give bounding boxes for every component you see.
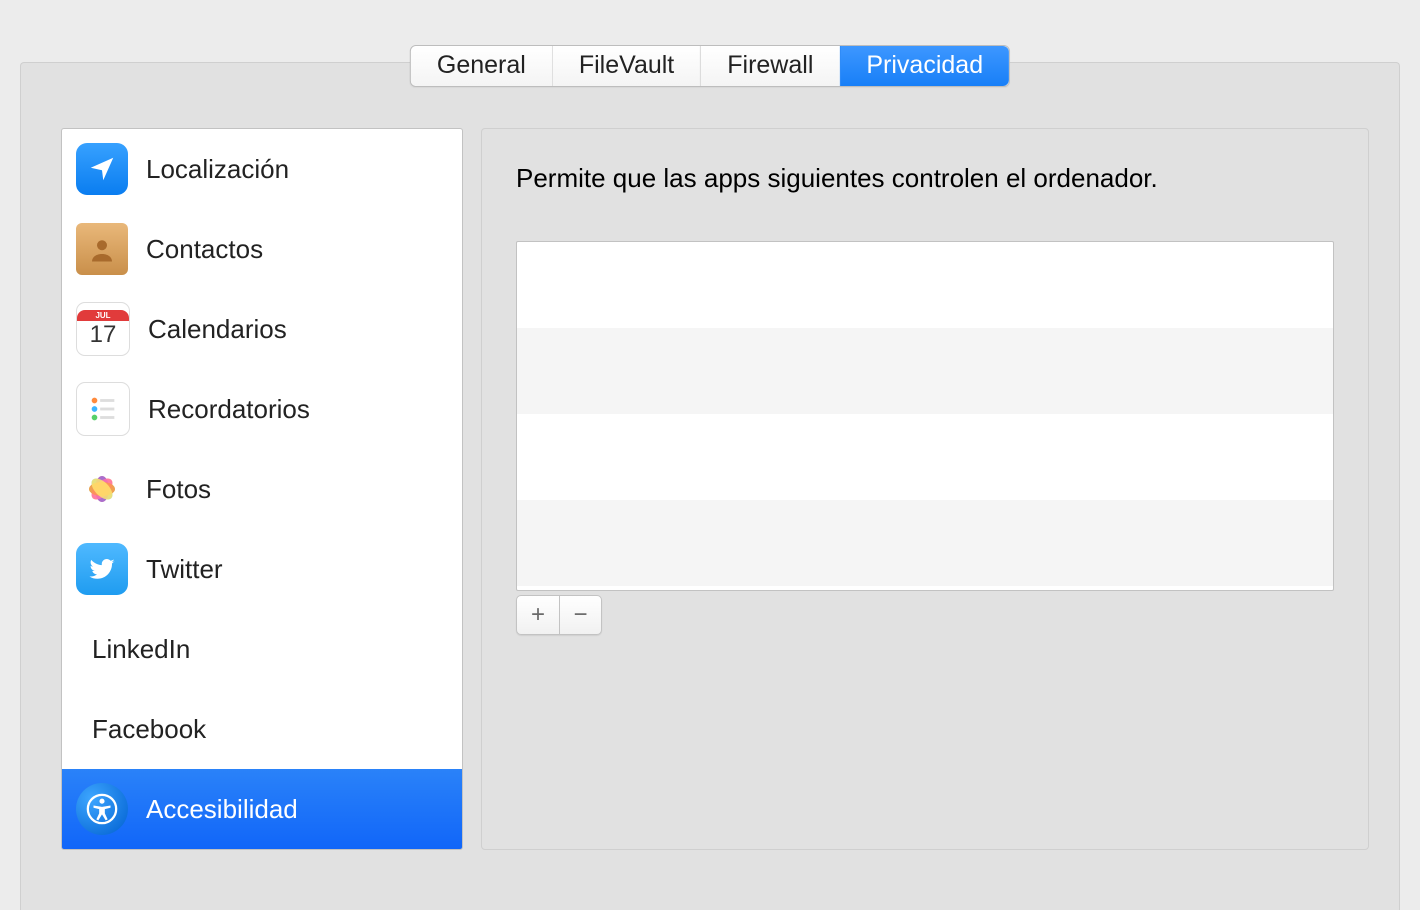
sidebar-item-label: LinkedIn <box>92 634 190 665</box>
sidebar-item-label: Accesibilidad <box>146 794 298 825</box>
tab-filevault[interactable]: FileVault <box>553 46 701 86</box>
sidebar-item-label: Facebook <box>92 714 206 745</box>
tab-general[interactable]: General <box>411 46 553 86</box>
tab-firewall[interactable]: Firewall <box>701 46 840 86</box>
calendar-month: JUL <box>77 310 129 321</box>
sidebar-item-linkedin[interactable]: LinkedIn <box>62 609 462 689</box>
list-row[interactable] <box>517 414 1333 500</box>
detail-message: Permite que las apps siguientes controle… <box>482 129 1368 194</box>
sidebar-item-facebook[interactable]: Facebook <box>62 689 462 769</box>
list-row[interactable] <box>517 242 1333 328</box>
sidebar-item-label: Localización <box>146 154 289 185</box>
sidebar-item-label: Contactos <box>146 234 263 265</box>
sidebar-item-localizacion[interactable]: Localización <box>62 129 462 209</box>
photos-icon <box>76 463 128 515</box>
allowed-apps-list[interactable] <box>516 241 1334 591</box>
add-button[interactable]: + <box>517 596 559 634</box>
list-row[interactable] <box>517 500 1333 586</box>
contacts-icon <box>76 223 128 275</box>
remove-button[interactable]: − <box>559 596 601 634</box>
sidebar-item-label: Twitter <box>146 554 223 585</box>
twitter-icon <box>76 543 128 595</box>
calendar-day: 17 <box>90 321 117 349</box>
sidebar-item-label: Fotos <box>146 474 211 505</box>
privacy-category-list: Localización Contactos JUL 17 Calendario… <box>61 128 463 850</box>
sidebar-item-calendarios[interactable]: JUL 17 Calendarios <box>62 289 462 369</box>
sidebar-item-accesibilidad[interactable]: Accesibilidad <box>62 769 462 849</box>
sidebar-item-fotos[interactable]: Fotos <box>62 449 462 529</box>
list-row[interactable] <box>517 328 1333 414</box>
accessibility-icon <box>76 783 128 835</box>
sidebar-item-label: Calendarios <box>148 314 287 345</box>
location-icon <box>76 143 128 195</box>
tab-privacidad[interactable]: Privacidad <box>840 46 1009 86</box>
reminders-icon <box>76 382 130 436</box>
sidebar-item-twitter[interactable]: Twitter <box>62 529 462 609</box>
calendar-icon: JUL 17 <box>76 302 130 356</box>
tab-bar: General FileVault Firewall Privacidad <box>410 45 1010 87</box>
sidebar-item-label: Recordatorios <box>148 394 310 425</box>
detail-panel: Permite que las apps siguientes controle… <box>481 128 1369 850</box>
sidebar-item-contactos[interactable]: Contactos <box>62 209 462 289</box>
add-remove-buttons: + − <box>516 595 602 635</box>
sidebar-item-recordatorios[interactable]: Recordatorios <box>62 369 462 449</box>
preferences-pane: Localización Contactos JUL 17 Calendario… <box>20 62 1400 910</box>
